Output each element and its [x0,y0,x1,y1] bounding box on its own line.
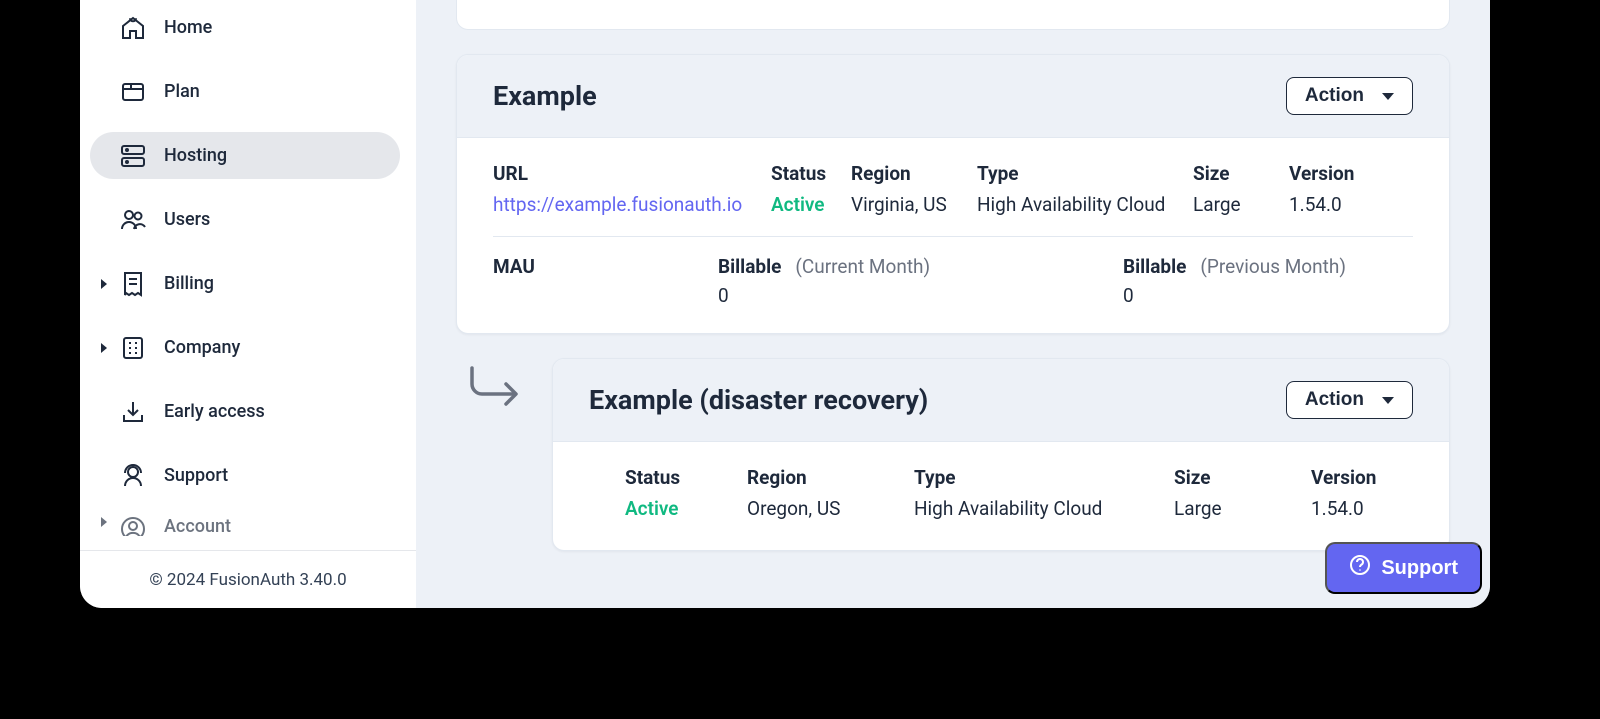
header-status: Status [625,466,747,489]
card-header: Example Action [457,55,1449,138]
support-widget-button[interactable]: Support [1325,542,1482,594]
sidebar-item-label: Users [164,209,210,230]
header-type: Type [914,466,1174,489]
card-body: URL https://example.fusionauth.io Status A… [457,138,1449,333]
sidebar-item-early-access[interactable]: Early access [90,388,400,435]
sidebar-item-label: Company [164,337,240,358]
sidebar-item-support[interactable]: Support [90,452,400,499]
header-url: URL [493,162,771,185]
header-size: Size [1174,466,1311,489]
action-label: Action [1305,389,1364,411]
status-value: Active [625,497,747,520]
sidebar-item-label: Account [164,516,231,536]
deployment-url[interactable]: https://example.fusionauth.io [493,193,771,216]
user-circle-icon [120,516,146,536]
sidebar-nav: Home Plan Hosting Users Billing [80,0,416,550]
app-window: Home Plan Hosting Users Billing [80,0,1490,608]
label-previous-month: (Previous Month) [1200,255,1346,278]
chevron-down-icon [1382,93,1394,100]
sidebar-item-label: Billing [164,273,214,294]
users-icon [120,207,146,233]
card-title: Example (disaster recovery) [589,384,928,416]
chevron-down-icon [1382,397,1394,404]
sidebar-footer: © 2024 FusionAuth 3.40.0 [80,550,416,608]
download-icon [120,399,146,425]
billable-previous-value: 0 [1123,284,1346,307]
main-content: Example Action URL https://example.fusion… [416,0,1490,608]
size-value: Large [1193,193,1289,216]
deployment-mau-row: MAU Billable (Current Month) 0 [493,237,1413,333]
deployment-card-primary: Example Action URL https://example.fusion… [456,54,1450,334]
card-header: Example (disaster recovery) Action [553,359,1449,442]
type-value: High Availability Cloud [914,497,1174,520]
header-size: Size [1193,162,1289,185]
status-value: Active [771,193,851,216]
sidebar-item-account[interactable]: Account [90,516,400,536]
sidebar-item-billing[interactable]: Billing [90,260,400,307]
receipt-icon [120,271,146,297]
support-agent-icon [120,463,146,489]
action-label: Action [1305,85,1364,107]
sidebar-item-plan[interactable]: Plan [90,68,400,115]
card-body: Status Active Region Oregon, US Type High A… [553,442,1449,550]
sidebar: Home Plan Hosting Users Billing [80,0,416,608]
header-type: Type [977,162,1193,185]
sidebar-item-users[interactable]: Users [90,196,400,243]
sidebar-item-label: Early access [164,401,265,422]
package-icon [120,79,146,105]
dr-summary-row: Status Active Region Oregon, US Type High A… [589,466,1413,550]
nested-card-wrap: Example (disaster recovery) Action Statu… [456,358,1450,551]
header-billable-current: Billable [718,255,781,278]
caret-right-icon [98,342,110,354]
header-region: Region [851,162,977,185]
copyright-text: © 2024 FusionAuth 3.40.0 [149,570,346,590]
header-version: Version [1311,466,1381,489]
billable-current-value: 0 [718,284,930,307]
server-icon [120,143,146,169]
card-title: Example [493,80,597,112]
sidebar-item-label: Plan [164,81,200,102]
sidebar-item-company[interactable]: Company [90,324,400,371]
sidebar-item-label: Support [164,465,228,486]
deployment-summary-row: URL https://example.fusionauth.io Status A… [493,162,1413,237]
sidebar-item-label: Hosting [164,145,227,166]
version-value: 1.54.0 [1289,193,1357,216]
action-dropdown-button[interactable]: Action [1286,381,1413,419]
size-value: Large [1174,497,1311,520]
header-region: Region [747,466,914,489]
version-value: 1.54.0 [1311,497,1381,520]
support-label: Support [1381,557,1458,580]
help-circle-icon [1349,554,1371,582]
card-cutoff [456,0,1450,30]
caret-right-icon [98,278,110,290]
header-billable-previous: Billable [1123,255,1186,278]
sidebar-item-hosting[interactable]: Hosting [90,132,400,179]
home-icon [120,15,146,41]
sidebar-item-home[interactable]: Home [90,4,400,51]
sidebar-item-label: Home [164,17,212,38]
type-value: High Availability Cloud [977,193,1193,216]
label-current-month: (Current Month) [795,255,930,278]
building-icon [120,335,146,361]
action-dropdown-button[interactable]: Action [1286,77,1413,115]
region-value: Oregon, US [747,497,914,520]
reply-arrow-icon [456,358,538,416]
deployment-card-dr: Example (disaster recovery) Action Statu… [552,358,1450,551]
header-status: Status [771,162,851,185]
caret-right-icon [98,516,110,528]
header-version: Version [1289,162,1357,185]
header-mau: MAU [493,255,718,307]
region-value: Virginia, US [851,193,977,216]
